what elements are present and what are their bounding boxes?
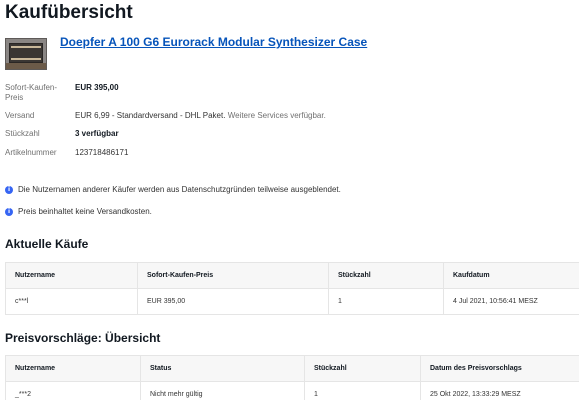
column-header: Nutzername [5, 355, 141, 382]
cell-date: 25 Okt 2022, 13:33:29 MESZ [420, 381, 579, 400]
thumbnail-rail [11, 46, 41, 48]
info-icon: i [5, 207, 13, 216]
table-row: _***2 Nicht mehr gültig 1 25 Okt 2022, 1… [5, 381, 579, 400]
cell-status: Nicht mehr gültig [140, 381, 305, 400]
detail-value: EUR 6,99 - Standardversand - DHL Paket. … [75, 111, 326, 120]
cell-price: EUR 395,00 [137, 288, 329, 315]
column-header: Datum des Preisvorschlags [420, 355, 579, 382]
info-icon: i [5, 185, 13, 194]
column-header: Sofort-Kaufen-Preis [137, 262, 329, 289]
column-header: Stückzahl [328, 262, 444, 289]
cell-username: _***2 [5, 381, 141, 400]
table-row: c***l EUR 395,00 1 4 Jul 2021, 10:56:41 … [5, 288, 579, 315]
column-header: Nutzername [5, 262, 138, 289]
detail-label: Sofort-Kaufen-Preis [5, 83, 58, 102]
privacy-notice: i Die Nutzernamen anderer Käufer werden … [5, 185, 341, 194]
page-title: Kaufübersicht [5, 2, 133, 23]
offers-table: Nutzername Status Stückzahl Datum des Pr… [5, 355, 579, 400]
cell-date: 4 Jul 2021, 10:56:41 MESZ [443, 288, 579, 315]
cell-quantity: 1 [304, 381, 421, 400]
cell-username: c***l [5, 288, 138, 315]
table-header-row: Nutzername Status Stückzahl Datum des Pr… [5, 355, 579, 382]
purchases-title: Aktuelle Käufe [5, 237, 89, 251]
detail-value: 123718486171 [75, 148, 129, 157]
cell-quantity: 1 [328, 288, 444, 315]
column-header: Kaufdatum [443, 262, 579, 289]
item-title-link[interactable]: Doepfer A 100 G6 Eurorack Modular Synthe… [60, 35, 367, 49]
shipping-notice: i Preis beinhaltet keine Versandkosten. [5, 207, 152, 216]
notice-text: Die Nutzernamen anderer Käufer werden au… [18, 185, 341, 194]
thumbnail-rail [11, 58, 41, 60]
detail-label: Artikelnummer [5, 148, 57, 157]
purchases-table: Nutzername Sofort-Kaufen-Preis Stückzahl… [5, 262, 579, 315]
detail-value: EUR 395,00 [75, 83, 119, 92]
shipping-extra: Weitere Services verfügbar. [227, 111, 326, 120]
detail-label: Stückzahl [5, 129, 40, 138]
thumbnail-base [6, 63, 46, 69]
offers-title: Preisvorschläge: Übersicht [5, 331, 161, 345]
shipping-text: EUR 6,99 - Standardversand - DHL Paket. [75, 111, 226, 120]
detail-label: Versand [5, 111, 35, 120]
column-header: Stückzahl [304, 355, 421, 382]
item-thumbnail[interactable] [5, 38, 47, 70]
table-header-row: Nutzername Sofort-Kaufen-Preis Stückzahl… [5, 262, 579, 289]
detail-value: 3 verfügbar [75, 129, 119, 138]
notice-text: Preis beinhaltet keine Versandkosten. [18, 207, 152, 216]
column-header: Status [140, 355, 305, 382]
